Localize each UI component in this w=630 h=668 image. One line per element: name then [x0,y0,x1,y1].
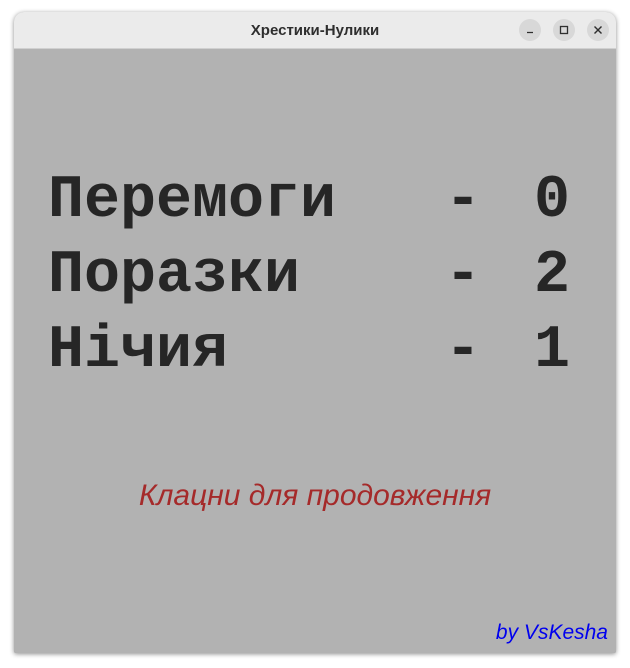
minimize-button[interactable] [519,19,541,41]
close-button[interactable] [587,19,609,41]
losses-row: Поразки - 2 [48,244,588,308]
close-icon [594,26,602,34]
wins-row: Перемоги - 0 [48,169,588,233]
draws-count: 1 [534,317,571,385]
author-credit: by VsKesha [495,621,608,644]
draws-label: Нічия [48,317,229,385]
title-bar[interactable]: Хрестики-Нулики [14,12,616,49]
window-title: Хрестики-Нулики [250,21,380,39]
wins-dash: - [445,167,482,235]
losses-dash: - [445,242,482,310]
maximize-button[interactable] [553,19,575,41]
draws-dash: - [445,317,482,385]
app-window: Хрестики-Нулики Перемоги - 0 Поразки - 2… [14,12,616,653]
wins-label: Перемоги [48,167,337,235]
continue-prompt[interactable]: Клацни для продовження [14,479,616,513]
draws-row: Нічия - 1 [48,319,588,383]
losses-count: 2 [534,242,571,310]
minimize-icon [527,31,533,34]
losses-label: Поразки [48,242,301,310]
maximize-icon [559,25,569,35]
game-canvas[interactable]: Перемоги - 0 Поразки - 2 Нічия - 1 Клацн… [14,49,616,653]
wins-count: 0 [534,167,571,235]
